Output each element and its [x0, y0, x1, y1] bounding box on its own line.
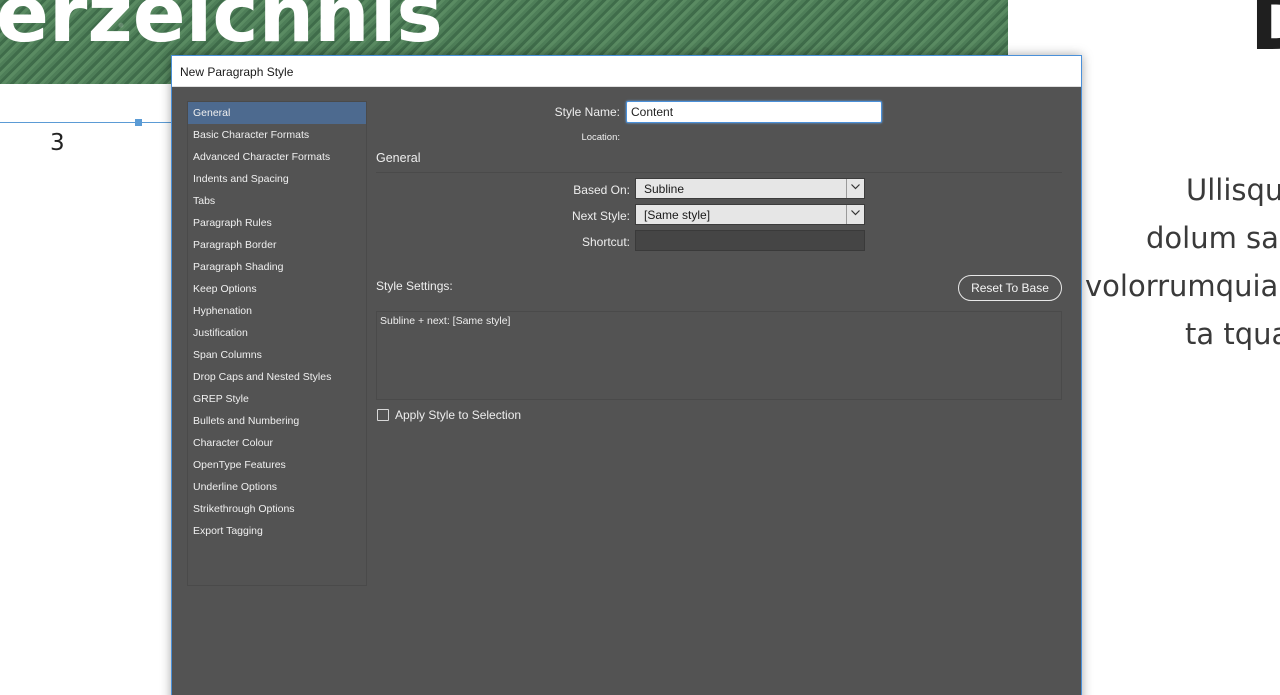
- category-export-tagging[interactable]: Export Tagging: [188, 520, 366, 542]
- category-span-columns[interactable]: Span Columns: [188, 344, 366, 366]
- based-on-value: Subline: [644, 182, 685, 196]
- style-settings-text: Subline + next: [Same style]: [380, 315, 511, 327]
- category-paragraph-border[interactable]: Paragraph Border: [188, 234, 366, 256]
- style-name-label: Style Name:: [554, 105, 620, 119]
- category-underline-options[interactable]: Underline Options: [188, 476, 366, 498]
- dialog-title: New Paragraph Style: [180, 65, 294, 79]
- based-on-select[interactable]: Subline: [635, 178, 865, 199]
- category-character-colour[interactable]: Character Colour: [188, 432, 366, 454]
- page-number: 3: [50, 130, 65, 156]
- document-text-line: Ullisqu: [1186, 173, 1280, 207]
- location-label: Location:: [581, 132, 620, 143]
- category-tabs[interactable]: Tabs: [188, 190, 366, 212]
- frame-handle[interactable]: [135, 119, 142, 126]
- chevron-down-icon[interactable]: [846, 179, 864, 198]
- category-general[interactable]: General: [188, 102, 366, 124]
- section-title-general: General: [376, 151, 421, 165]
- document-heading: erzeichnis: [0, 0, 443, 60]
- category-list: General Basic Character Formats Advanced…: [187, 101, 367, 586]
- category-advanced-character-formats[interactable]: Advanced Character Formats: [188, 146, 366, 168]
- category-indents-and-spacing[interactable]: Indents and Spacing: [188, 168, 366, 190]
- category-drop-caps-nested-styles[interactable]: Drop Caps and Nested Styles: [188, 366, 366, 388]
- next-style-select[interactable]: [Same style]: [635, 204, 865, 225]
- category-basic-character-formats[interactable]: Basic Character Formats: [188, 124, 366, 146]
- apply-style-checkbox[interactable]: [377, 409, 389, 421]
- apply-style-label[interactable]: Apply Style to Selection: [395, 408, 521, 422]
- style-settings-box: Subline + next: [Same style]: [376, 311, 1062, 400]
- category-bullets-and-numbering[interactable]: Bullets and Numbering: [188, 410, 366, 432]
- document-text-line: ta tqua: [1185, 317, 1280, 351]
- next-style-value: [Same style]: [644, 208, 711, 222]
- chevron-down-icon[interactable]: [846, 205, 864, 224]
- category-paragraph-shading[interactable]: Paragraph Shading: [188, 256, 366, 278]
- style-name-input[interactable]: [626, 101, 882, 123]
- shortcut-label: Shortcut:: [581, 235, 630, 249]
- category-paragraph-rules[interactable]: Paragraph Rules: [188, 212, 366, 234]
- shortcut-input[interactable]: [635, 230, 865, 251]
- category-justification[interactable]: Justification: [188, 322, 366, 344]
- new-paragraph-style-dialog: New Paragraph Style General Basic Charac…: [171, 55, 1082, 695]
- section-divider: [376, 172, 1062, 173]
- document-right-heading: D: [1250, 0, 1280, 67]
- based-on-label: Based On:: [573, 183, 630, 197]
- next-style-label: Next Style:: [571, 209, 630, 223]
- dialog-titlebar[interactable]: New Paragraph Style: [172, 56, 1081, 87]
- category-hyphenation[interactable]: Hyphenation: [188, 300, 366, 322]
- style-settings-label: Style Settings:: [376, 279, 453, 293]
- category-strikethrough-options[interactable]: Strikethrough Options: [188, 498, 366, 520]
- document-text-line: volorrumquia: [1085, 269, 1279, 303]
- reset-to-base-button[interactable]: Reset To Base: [958, 275, 1062, 301]
- frame-guide-line: [0, 122, 175, 123]
- category-grep-style[interactable]: GREP Style: [188, 388, 366, 410]
- document-text-line: dolum sa: [1146, 221, 1279, 255]
- category-opentype-features[interactable]: OpenType Features: [188, 454, 366, 476]
- category-keep-options[interactable]: Keep Options: [188, 278, 366, 300]
